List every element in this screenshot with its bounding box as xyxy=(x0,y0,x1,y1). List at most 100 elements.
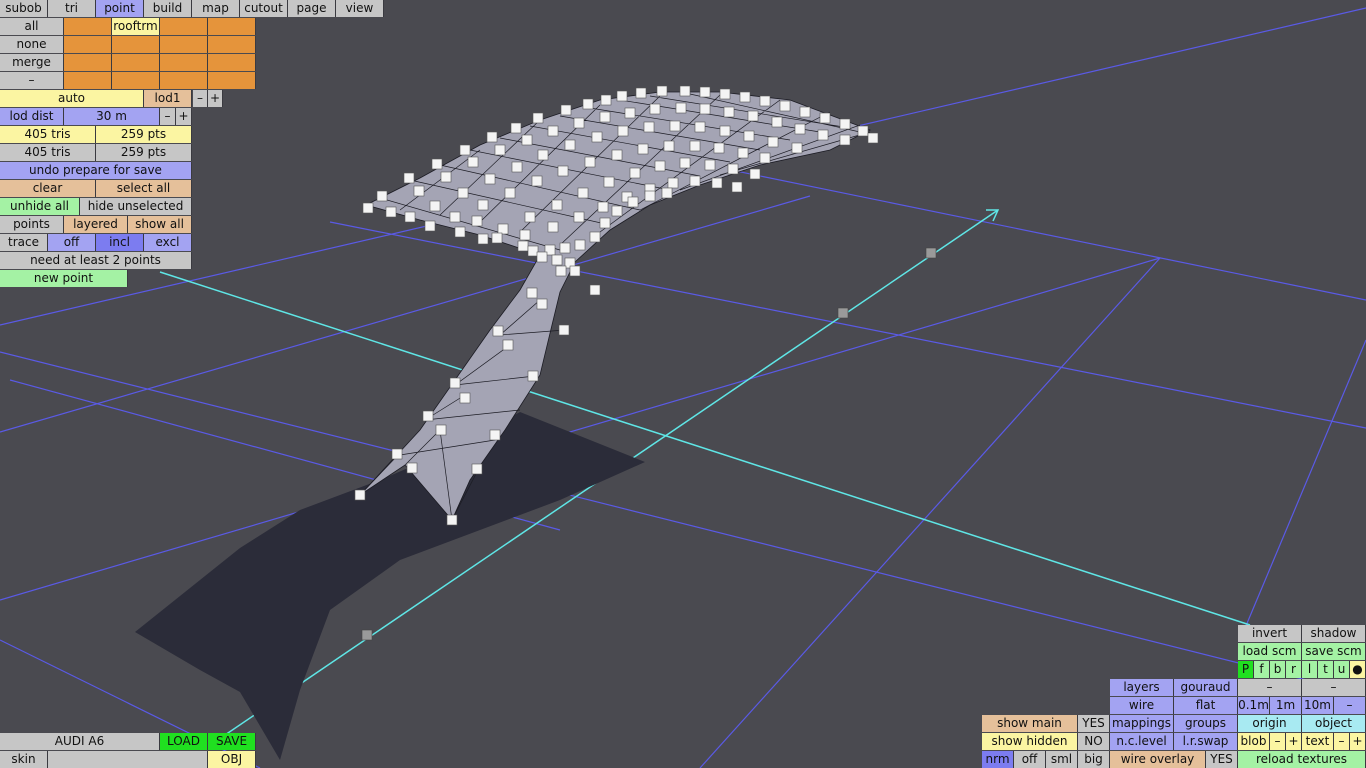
trace-off-button[interactable]: off xyxy=(48,234,96,251)
tab-map[interactable]: map xyxy=(192,0,240,17)
hide-unselected-button[interactable]: hide unselected xyxy=(80,198,192,215)
layer-slot[interactable] xyxy=(160,18,208,35)
flat-button[interactable]: flat xyxy=(1174,697,1238,714)
dash-button[interactable]: – xyxy=(0,72,64,89)
invert-button[interactable]: invert xyxy=(1238,625,1302,642)
nrm-button[interactable]: nrm xyxy=(982,751,1014,768)
layer-slot[interactable] xyxy=(112,54,160,71)
text-minus-button[interactable]: – xyxy=(1334,733,1350,750)
lr-swap-button[interactable]: l.r.swap xyxy=(1174,733,1238,750)
big-button[interactable]: big xyxy=(1078,751,1110,768)
obj-button[interactable]: OBJ xyxy=(208,751,256,768)
view-t-button[interactable]: t xyxy=(1318,661,1334,678)
view-b-button[interactable]: b xyxy=(1270,661,1286,678)
view-f-button[interactable]: f xyxy=(1254,661,1270,678)
show-main-label: show main xyxy=(982,715,1078,732)
view-l-button[interactable]: l xyxy=(1302,661,1318,678)
show-hidden-toggle[interactable]: NO xyxy=(1078,733,1110,750)
lod-plus-button[interactable]: + xyxy=(208,90,223,107)
dash-button-1[interactable]: – xyxy=(1238,679,1302,696)
layer-slot[interactable] xyxy=(208,54,256,71)
nc-level-button[interactable]: n.c.level xyxy=(1110,733,1174,750)
layer-slot[interactable] xyxy=(112,72,160,89)
points-mode-button[interactable]: points xyxy=(0,216,64,233)
grid-dash-button[interactable]: – xyxy=(1334,697,1366,714)
load-scm-button[interactable]: load scm xyxy=(1238,643,1302,660)
blob-plus-button[interactable]: + xyxy=(1286,733,1302,750)
dash-button-2[interactable]: – xyxy=(1302,679,1366,696)
layer-slot[interactable] xyxy=(160,72,208,89)
lod-dist-value[interactable]: 30 m xyxy=(64,108,160,125)
view-p-button[interactable]: P xyxy=(1238,661,1254,678)
off-button[interactable]: off xyxy=(1014,751,1046,768)
unhide-all-button[interactable]: unhide all xyxy=(0,198,80,215)
origin-button[interactable]: origin xyxy=(1238,715,1302,732)
trace-incl-button[interactable]: incl xyxy=(96,234,144,251)
lod-dist-plus-button[interactable]: + xyxy=(176,108,192,125)
save-button[interactable]: SAVE xyxy=(208,733,256,750)
layer-slot[interactable] xyxy=(160,36,208,53)
lod-dist-label: lod dist xyxy=(0,108,64,125)
layered-toggle[interactable]: layered xyxy=(64,216,128,233)
tab-view[interactable]: view xyxy=(336,0,384,17)
object-button[interactable]: object xyxy=(1302,715,1366,732)
view-dot-button[interactable]: ● xyxy=(1350,661,1366,678)
lod-auto-button[interactable]: auto xyxy=(0,90,144,107)
tris-count-secondary: 405 tris xyxy=(0,144,96,161)
blob-label: blob xyxy=(1238,733,1270,750)
view-u-button[interactable]: u xyxy=(1334,661,1350,678)
pts-count-primary: 259 pts xyxy=(96,126,192,143)
layer-slot[interactable] xyxy=(112,36,160,53)
trace-excl-button[interactable]: excl xyxy=(144,234,192,251)
wire-overlay-label: wire overlay xyxy=(1110,751,1206,768)
lod-select-button[interactable]: lod1 xyxy=(144,90,192,107)
layer-slot[interactable] xyxy=(64,36,112,53)
layer-slot[interactable] xyxy=(64,54,112,71)
groups-button[interactable]: groups xyxy=(1174,715,1238,732)
show-all-button[interactable]: show all xyxy=(128,216,192,233)
layer-slot-rooftrm[interactable]: rooftrm xyxy=(112,18,160,35)
select-none-button[interactable]: none xyxy=(0,36,64,53)
tab-tri[interactable]: tri xyxy=(48,0,96,17)
text-plus-button[interactable]: + xyxy=(1350,733,1366,750)
select-all-layers-button[interactable]: all xyxy=(0,18,64,35)
undo-prepare-button[interactable]: undo prepare for save xyxy=(0,162,192,179)
tab-point[interactable]: point xyxy=(96,0,144,17)
load-button[interactable]: LOAD xyxy=(160,733,208,750)
model-name[interactable]: AUDI A6 xyxy=(0,733,160,750)
layer-slot[interactable] xyxy=(208,36,256,53)
show-main-toggle[interactable]: YES xyxy=(1078,715,1110,732)
blob-minus-button[interactable]: – xyxy=(1270,733,1286,750)
sml-button[interactable]: sml xyxy=(1046,751,1078,768)
pts-count-secondary: 259 pts xyxy=(96,144,192,161)
grid-1m-button[interactable]: 1m xyxy=(1270,697,1302,714)
layer-slot[interactable] xyxy=(64,18,112,35)
reload-textures-button[interactable]: reload textures xyxy=(1238,751,1366,768)
view-r-button[interactable]: r xyxy=(1286,661,1302,678)
mappings-button[interactable]: mappings xyxy=(1110,715,1174,732)
3d-viewport[interactable] xyxy=(0,0,1366,768)
layer-slot[interactable] xyxy=(208,18,256,35)
tab-build[interactable]: build xyxy=(144,0,192,17)
shadow-button[interactable]: shadow xyxy=(1302,625,1366,642)
layer-slot[interactable] xyxy=(208,72,256,89)
save-scm-button[interactable]: save scm xyxy=(1302,643,1366,660)
skin-input[interactable] xyxy=(48,751,208,768)
grid-01m-button[interactable]: 0.1m xyxy=(1238,697,1270,714)
tab-subob[interactable]: subob xyxy=(0,0,48,17)
lod-minus-button[interactable]: – xyxy=(193,90,208,107)
layer-slot[interactable] xyxy=(64,72,112,89)
layer-slot[interactable] xyxy=(160,54,208,71)
lod-dist-minus-button[interactable]: – xyxy=(160,108,176,125)
layers-button[interactable]: layers xyxy=(1110,679,1174,696)
new-point-button[interactable]: new point xyxy=(0,270,128,287)
wire-button[interactable]: wire xyxy=(1110,697,1174,714)
grid-10m-button[interactable]: 10m xyxy=(1302,697,1334,714)
tab-cutout[interactable]: cutout xyxy=(240,0,288,17)
clear-button[interactable]: clear xyxy=(0,180,96,197)
tab-page[interactable]: page xyxy=(288,0,336,17)
merge-button[interactable]: merge xyxy=(0,54,64,71)
wire-overlay-toggle[interactable]: YES xyxy=(1206,751,1238,768)
gouraud-button[interactable]: gouraud xyxy=(1174,679,1238,696)
select-all-button[interactable]: select all xyxy=(96,180,192,197)
